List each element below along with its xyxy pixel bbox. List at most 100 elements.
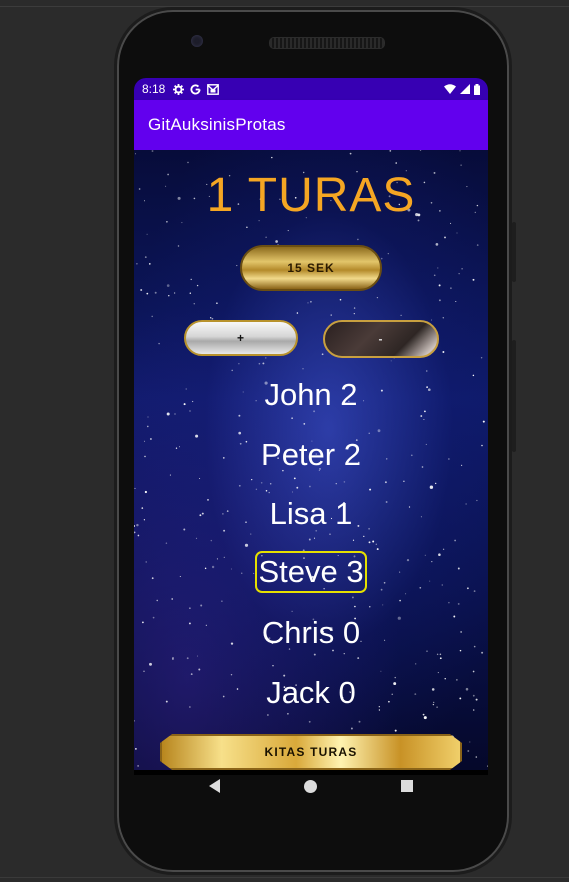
star — [426, 370, 428, 372]
star — [380, 257, 383, 260]
star — [310, 300, 312, 303]
earpiece-speaker — [269, 37, 385, 49]
star — [450, 222, 452, 224]
star — [399, 599, 401, 602]
star — [372, 540, 375, 543]
star — [287, 230, 289, 232]
star — [146, 233, 148, 235]
star — [439, 657, 442, 660]
star — [262, 362, 265, 365]
star — [358, 720, 361, 723]
star — [265, 357, 267, 359]
star — [435, 482, 437, 485]
star — [472, 278, 475, 281]
star — [309, 485, 311, 488]
star — [330, 314, 332, 316]
star — [349, 152, 352, 155]
star — [271, 156, 273, 159]
star — [177, 245, 180, 247]
star — [148, 263, 151, 265]
add-point-button[interactable]: + — [184, 320, 298, 356]
star — [275, 240, 278, 243]
star — [435, 243, 439, 246]
game-screen: 1 TURAS 15 SEK + - John 2 Peter 2 Lisa 1… — [134, 150, 488, 770]
star — [246, 226, 248, 228]
star — [209, 317, 212, 319]
star — [449, 287, 452, 290]
star — [419, 150, 422, 151]
star — [458, 273, 460, 275]
star — [236, 265, 238, 267]
timer-button[interactable]: 15 SEK — [240, 245, 382, 291]
remove-point-button[interactable]: - — [323, 320, 439, 358]
star — [369, 488, 372, 491]
star — [457, 602, 460, 605]
star — [198, 668, 201, 671]
star — [291, 417, 293, 419]
star — [369, 606, 371, 608]
star — [460, 164, 462, 166]
recents-icon[interactable] — [401, 780, 413, 792]
signal-icon — [460, 84, 470, 94]
star — [377, 429, 381, 433]
star — [144, 256, 147, 258]
star — [469, 741, 471, 743]
battery-icon — [474, 83, 480, 95]
star — [343, 481, 346, 483]
status-time: 8:18 — [142, 82, 166, 96]
star — [456, 232, 458, 234]
star — [438, 284, 441, 287]
star — [368, 541, 371, 544]
star — [482, 420, 485, 423]
player-item[interactable]: Jack 0 — [134, 672, 488, 714]
star — [423, 418, 425, 421]
player-item[interactable]: Chris 0 — [134, 612, 488, 654]
player-item-selected[interactable]: Steve 3 — [134, 551, 488, 593]
star — [158, 342, 160, 345]
star — [293, 477, 296, 480]
star — [437, 267, 439, 269]
star — [438, 299, 441, 302]
star — [455, 300, 457, 303]
star — [258, 362, 261, 365]
star — [171, 598, 174, 600]
star — [444, 236, 446, 239]
front-camera — [191, 35, 203, 47]
star — [475, 756, 478, 758]
star — [403, 480, 405, 483]
star — [151, 315, 153, 318]
player-item[interactable]: Peter 2 — [134, 434, 488, 476]
star — [134, 720, 135, 722]
star — [313, 537, 316, 539]
star — [395, 162, 397, 164]
star — [267, 714, 269, 716]
star — [134, 487, 136, 489]
star — [196, 655, 199, 657]
star — [339, 298, 342, 301]
star — [476, 244, 479, 246]
star — [146, 425, 149, 428]
star — [134, 153, 137, 155]
star — [376, 296, 379, 299]
star — [149, 662, 152, 666]
player-item[interactable]: John 2 — [134, 374, 488, 416]
volume-button — [512, 222, 516, 282]
home-icon[interactable] — [304, 779, 317, 793]
app-title: GitAuksinisProtas — [148, 115, 286, 134]
star — [265, 236, 267, 238]
star — [389, 150, 392, 152]
back-icon[interactable] — [209, 779, 220, 793]
star — [375, 543, 377, 545]
star — [238, 363, 240, 365]
star — [307, 302, 309, 304]
star — [382, 604, 384, 606]
star — [387, 253, 389, 255]
player-item[interactable]: Lisa 1 — [134, 493, 488, 535]
star — [423, 716, 427, 720]
settings-icon — [173, 83, 185, 95]
player-label: Peter 2 — [261, 437, 361, 472]
player-label: Lisa 1 — [269, 496, 353, 531]
star — [135, 748, 137, 750]
star — [400, 314, 402, 317]
star — [251, 478, 253, 481]
